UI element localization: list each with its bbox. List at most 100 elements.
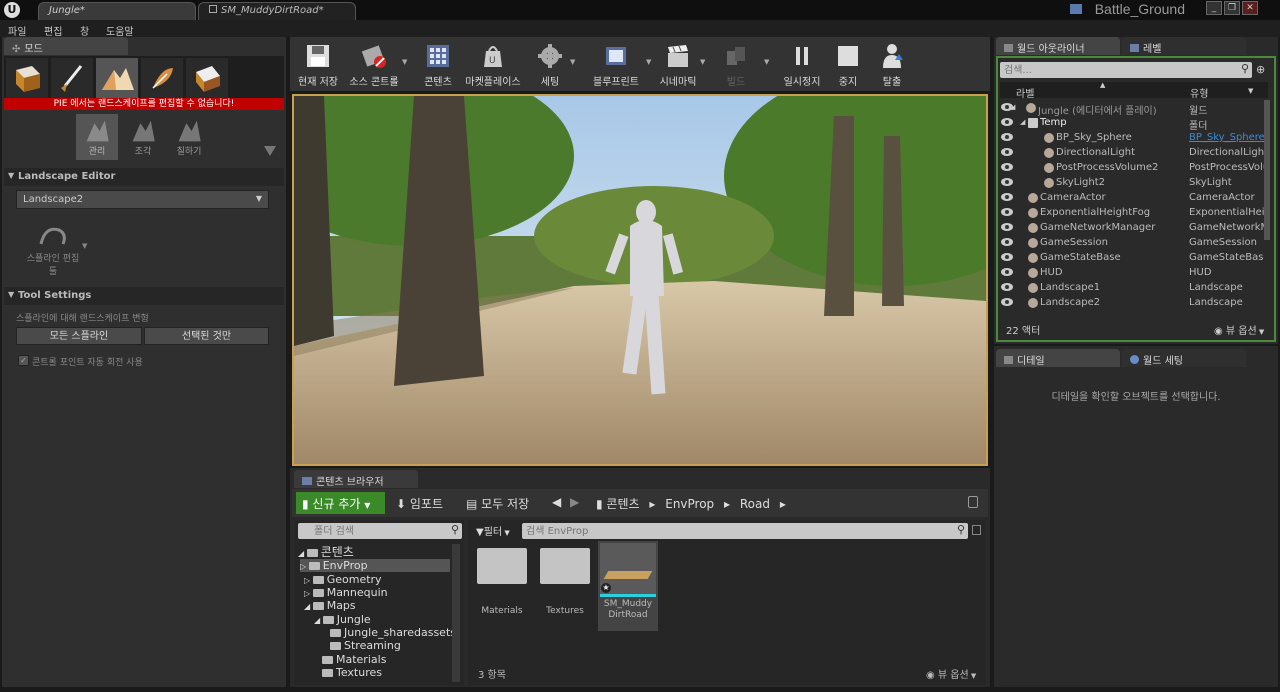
tab-details[interactable]: 디테일 bbox=[996, 349, 1120, 367]
outliner-row[interactable]: GameSession GameSession bbox=[998, 236, 1268, 251]
cinematics-button[interactable]: 시네마틱 bbox=[656, 41, 700, 89]
outliner-row[interactable]: Temp 폴더 ◢ bbox=[998, 116, 1268, 132]
visibility-eye-icon[interactable] bbox=[1001, 177, 1013, 187]
minimize-button[interactable]: _ bbox=[1206, 1, 1222, 15]
folder-tree-scrollbar[interactable] bbox=[452, 544, 460, 682]
outliner-row[interactable]: CameraActor CameraActor bbox=[998, 191, 1268, 206]
tool-settings-header[interactable]: ▼ Tool Settings bbox=[4, 287, 284, 305]
outliner-row[interactable]: GameNetworkManager GameNetworkManager bbox=[998, 221, 1268, 236]
asset-search-field[interactable] bbox=[526, 524, 946, 538]
pause-button[interactable]: 일시정지 bbox=[780, 41, 824, 89]
outliner-row-type[interactable]: BP_Sky_Sphere bbox=[1189, 132, 1264, 143]
menu-help[interactable]: 도움말 bbox=[106, 23, 134, 38]
asset-folder-materials[interactable]: Materials bbox=[472, 540, 532, 616]
build-dropdown[interactable]: ▼ bbox=[764, 58, 769, 66]
close-button[interactable]: ✕ bbox=[1242, 1, 1258, 15]
menu-file[interactable]: 파일 bbox=[8, 23, 26, 38]
outliner-row[interactable]: SkyLight2 SkyLight bbox=[998, 176, 1268, 191]
visibility-eye-icon[interactable] bbox=[1001, 267, 1013, 277]
outliner-row[interactable]: Jungle (에디터에서 플레이) 월드 ◢ bbox=[998, 101, 1268, 117]
visibility-eye-icon[interactable] bbox=[1001, 207, 1013, 217]
tree-item-maps[interactable]: ◢ Maps bbox=[304, 599, 356, 612]
history-forward-button[interactable]: ▶ bbox=[570, 495, 579, 509]
outliner-row[interactable]: Landscape2 Landscape bbox=[998, 296, 1268, 311]
column-type[interactable]: 유형 bbox=[1190, 85, 1208, 100]
expand-arrow-icon[interactable]: ◢ bbox=[1010, 103, 1015, 111]
save-all-button[interactable]: ▤ 모두 저장 bbox=[466, 495, 529, 512]
paint-mode-icon[interactable] bbox=[51, 58, 93, 98]
place-mode-icon[interactable] bbox=[6, 58, 48, 98]
add-new-button[interactable]: ▮ 신규 추가 ▼ bbox=[296, 492, 385, 514]
outliner-row[interactable]: Landscape1 Landscape bbox=[998, 281, 1268, 296]
landscape-manage-tool[interactable]: 관리 bbox=[76, 114, 118, 160]
visibility-eye-icon[interactable] bbox=[1001, 162, 1013, 172]
breadcrumb-envprop[interactable]: EnvProp bbox=[665, 497, 714, 511]
tree-item-geometry[interactable]: ▷ Geometry bbox=[304, 573, 382, 586]
landscape-mode-icon[interactable] bbox=[96, 58, 138, 98]
blueprints-dropdown[interactable]: ▼ bbox=[646, 58, 651, 66]
tree-item-jungle[interactable]: ◢ Jungle bbox=[314, 613, 371, 626]
landscape-sculpt-tool[interactable]: 조각 bbox=[122, 114, 164, 160]
visibility-eye-icon[interactable] bbox=[1001, 297, 1013, 307]
outliner-search-input[interactable]: ⚲ bbox=[1000, 62, 1252, 78]
content-button[interactable]: 콘텐츠 bbox=[418, 41, 458, 89]
tab-world-settings[interactable]: 월드 세팅 bbox=[1122, 349, 1246, 367]
tree-item-mannequin[interactable]: ▷ Mannequin bbox=[304, 586, 388, 599]
expand-arrow-icon[interactable]: ◢ bbox=[1020, 118, 1025, 126]
stop-button[interactable]: 중지 bbox=[828, 41, 868, 89]
visibility-eye-icon[interactable] bbox=[1001, 132, 1013, 142]
maximize-button[interactable]: ❐ bbox=[1224, 1, 1240, 15]
outliner-row[interactable]: GameStateBase GameStateBase bbox=[998, 251, 1268, 266]
asset-folder-textures[interactable]: Textures bbox=[535, 540, 595, 616]
outliner-row[interactable]: ExponentialHeightFog ExponentialHeightFog bbox=[998, 206, 1268, 221]
save-current-button[interactable]: 현재 저장 bbox=[294, 41, 342, 89]
build-button[interactable]: 빌드 bbox=[716, 41, 756, 89]
spline-dropdown-icon[interactable]: ▼ bbox=[82, 242, 87, 250]
outliner-search-field[interactable] bbox=[1004, 63, 1232, 77]
landscape-paint-tool[interactable]: 칠하기 bbox=[168, 114, 210, 160]
tree-item-materials[interactable]: Materials bbox=[322, 653, 386, 666]
menu-edit[interactable]: 편집 bbox=[44, 23, 62, 38]
folder-search-input[interactable]: ⚲ bbox=[298, 523, 462, 539]
asset-view-options-button[interactable]: ◉ 뷰 옵션 ▼ bbox=[926, 666, 976, 681]
save-search-icon[interactable] bbox=[972, 525, 981, 535]
tab-jungle[interactable]: Jungle* bbox=[38, 2, 196, 20]
outliner-view-options-button[interactable]: ◉ 뷰 옵션 ▼ bbox=[1214, 322, 1264, 337]
tree-item-jungle-sharedassets[interactable]: Jungle_sharedassets bbox=[330, 626, 456, 639]
tree-item-streaming[interactable]: Streaming bbox=[330, 639, 401, 652]
unreal-logo-icon[interactable]: U bbox=[4, 2, 20, 18]
settings-button[interactable]: 세팅 bbox=[532, 41, 568, 89]
blueprints-button[interactable]: 블루프린트 bbox=[586, 41, 646, 89]
game-viewport[interactable] bbox=[292, 94, 988, 466]
outliner-row[interactable]: HUD HUD bbox=[998, 266, 1268, 281]
tree-item-content[interactable]: ◢ 콘텐츠 bbox=[298, 543, 354, 560]
tab-levels[interactable]: 레벨 bbox=[1122, 37, 1246, 55]
add-filter-icon[interactable]: ⊕ bbox=[1256, 63, 1270, 77]
outliner-row[interactable]: BP_Sky_Sphere BP_Sky_Sphere bbox=[998, 131, 1268, 146]
settings-dropdown[interactable]: ▼ bbox=[570, 58, 575, 66]
column-dropdown-icon[interactable]: ▼ bbox=[1248, 87, 1253, 95]
breadcrumb-content[interactable]: 콘텐츠 bbox=[606, 497, 639, 511]
geometry-mode-icon[interactable] bbox=[186, 58, 228, 98]
visibility-eye-icon[interactable] bbox=[1001, 192, 1013, 202]
tree-item-textures[interactable]: Textures bbox=[322, 666, 382, 679]
marketplace-button[interactable]: U 마켓플레이스 bbox=[462, 41, 524, 89]
outliner-row[interactable]: PostProcessVolume2 PostProcessVolume bbox=[998, 161, 1268, 176]
tab-world-outliner[interactable]: 월드 아웃라이너 bbox=[996, 37, 1120, 55]
selected-only-button[interactable]: 선택된 것만 bbox=[144, 327, 269, 345]
asset-sm-muddy-dirt-road[interactable]: ★ SM_Muddy DirtRoad bbox=[598, 541, 658, 631]
visibility-eye-icon[interactable] bbox=[1001, 237, 1013, 247]
column-label[interactable]: 라벨 bbox=[1016, 85, 1034, 100]
visibility-eye-icon[interactable] bbox=[1001, 147, 1013, 157]
outliner-scrollbar[interactable] bbox=[1264, 100, 1270, 240]
visibility-eye-icon[interactable] bbox=[1001, 222, 1013, 232]
eject-button[interactable]: 탈출 bbox=[872, 41, 912, 89]
landscape-editor-header[interactable]: ▼ Landscape Editor bbox=[4, 168, 284, 186]
outliner-row[interactable]: DirectionalLight DirectionalLight bbox=[998, 146, 1268, 161]
landscape-select[interactable]: Landscape2 ▼ bbox=[16, 190, 269, 209]
import-button[interactable]: ⬇ 임포트 bbox=[396, 495, 443, 512]
tab-modes[interactable]: ✣ 모드 bbox=[4, 37, 128, 55]
folder-search-field[interactable] bbox=[314, 524, 442, 538]
visibility-eye-icon[interactable] bbox=[1001, 117, 1013, 127]
cinematics-dropdown[interactable]: ▼ bbox=[700, 58, 705, 66]
